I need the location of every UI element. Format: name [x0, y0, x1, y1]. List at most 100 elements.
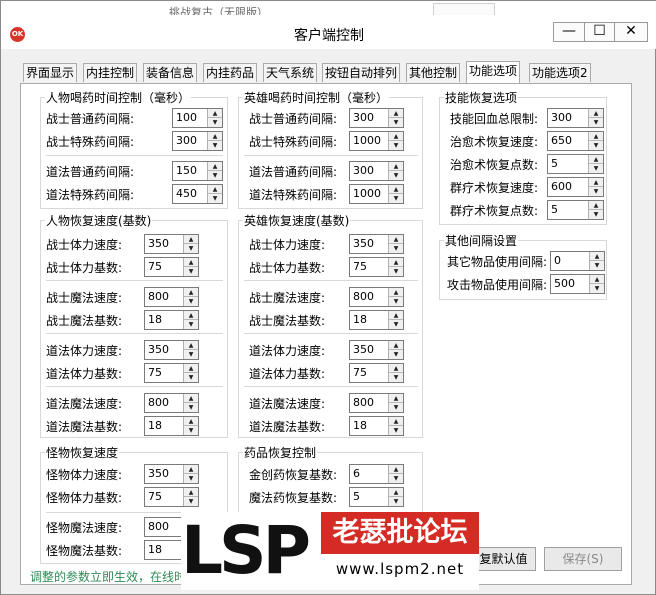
spin-down-icon[interactable]: ▼	[208, 118, 222, 127]
spin-buttons[interactable]: ▲▼	[388, 465, 403, 483]
spin-buttons[interactable]: ▲▼	[183, 235, 198, 253]
spin-buttons[interactable]: ▲▼	[388, 288, 403, 306]
spin-group-heal-points[interactable]: 5 ▲ ▼	[547, 200, 604, 220]
spin-down-icon[interactable]: ▼	[589, 210, 603, 219]
spin-buttons[interactable]: ▲▼	[183, 465, 198, 483]
spin-up-icon[interactable]: ▲	[184, 488, 198, 497]
spin-buttons[interactable]: ▲▼	[183, 258, 198, 276]
spin-taoist-special-potion[interactable]: 450 ▲ ▼	[172, 184, 223, 204]
tab-plugin-potions[interactable]: 内挂药品	[203, 63, 258, 82]
tab-function-options[interactable]: 功能选项	[466, 61, 521, 83]
spin-up-icon[interactable]: ▲	[589, 178, 603, 187]
spin-up-icon[interactable]: ▲	[389, 394, 403, 403]
spin-buttons[interactable]: ▲▼	[388, 132, 403, 150]
spin-down-icon[interactable]: ▼	[184, 244, 198, 253]
spin-hero-warrior-normal-potion[interactable]: 300 ▲ ▼	[349, 108, 404, 128]
spin-taoist-normal-potion[interactable]: 150 ▲ ▼	[172, 161, 223, 181]
spin-down-icon[interactable]: ▼	[184, 426, 198, 435]
spin-up-icon[interactable]: ▲	[389, 185, 403, 194]
spin-down-icon[interactable]: ▼	[589, 187, 603, 196]
spin-warrior-hp-base[interactable]: 75 ▲ ▼	[144, 257, 199, 277]
spin-up-icon[interactable]: ▲	[389, 488, 403, 497]
spin-down-icon[interactable]: ▼	[389, 141, 403, 150]
spin-buttons[interactable]: ▲▼	[207, 185, 222, 203]
spin-down-icon[interactable]: ▼	[389, 474, 403, 483]
spin-warrior-special-potion[interactable]: 300 ▲ ▼	[172, 131, 223, 151]
spin-hero-taoist-hp-speed[interactable]: 350 ▲ ▼	[349, 340, 404, 360]
spin-warrior-mp-speed[interactable]: 800 ▲ ▼	[144, 287, 199, 307]
spin-down-icon[interactable]: ▼	[590, 284, 604, 293]
spin-hero-taoist-mp-speed[interactable]: 800 ▲ ▼	[349, 393, 404, 413]
spin-buttons[interactable]: ▲▼	[183, 341, 198, 359]
spin-down-icon[interactable]: ▼	[389, 497, 403, 506]
spin-mana-potion-base[interactable]: 5 ▲ ▼	[349, 487, 404, 507]
spin-down-icon[interactable]: ▼	[208, 171, 222, 180]
spin-down-icon[interactable]: ▼	[389, 426, 403, 435]
spin-up-icon[interactable]: ▲	[184, 417, 198, 426]
spin-buttons[interactable]: ▲▼	[183, 311, 198, 329]
tab-weather-system[interactable]: 天气系统	[263, 63, 318, 82]
spin-down-icon[interactable]: ▼	[184, 267, 198, 276]
spin-buttons[interactable]: ▲▼	[388, 109, 403, 127]
spin-buttons[interactable]: ▲▼	[388, 258, 403, 276]
spin-up-icon[interactable]: ▲	[389, 132, 403, 141]
spin-down-icon[interactable]: ▼	[208, 194, 222, 203]
spin-buttons[interactable]: ▲▼	[588, 155, 603, 173]
spin-buttons[interactable]: ▲▼	[207, 109, 222, 127]
spin-down-icon[interactable]: ▼	[389, 194, 403, 203]
tab-equipment-info[interactable]: 装备信息	[143, 63, 198, 82]
spin-hero-taoist-hp-base[interactable]: 75 ▲ ▼	[349, 363, 404, 383]
spin-buttons[interactable]: ▲▼	[588, 132, 603, 150]
spin-monster-hp-base[interactable]: 75 ▲ ▼	[144, 487, 199, 507]
spin-buttons[interactable]: ▲▼	[183, 364, 198, 382]
spin-heal-points[interactable]: 5 ▲ ▼	[547, 154, 604, 174]
spin-down-icon[interactable]: ▼	[184, 474, 198, 483]
spin-up-icon[interactable]: ▲	[389, 235, 403, 244]
tab-function-options-2[interactable]: 功能选项2	[529, 63, 591, 82]
spin-up-icon[interactable]: ▲	[208, 162, 222, 171]
spin-down-icon[interactable]: ▼	[389, 244, 403, 253]
spin-buttons[interactable]: ▲▼	[388, 394, 403, 412]
spin-buttons[interactable]: ▲▼	[388, 488, 403, 506]
spin-up-icon[interactable]: ▲	[184, 311, 198, 320]
spin-up-icon[interactable]: ▲	[389, 311, 403, 320]
spin-up-icon[interactable]: ▲	[184, 364, 198, 373]
spin-hero-warrior-hp-speed[interactable]: 350 ▲ ▼	[349, 234, 404, 254]
spin-warrior-normal-potion[interactable]: 100 ▲ ▼	[172, 108, 223, 128]
spin-down-icon[interactable]: ▼	[389, 320, 403, 329]
spin-buttons[interactable]: ▲▼	[589, 275, 604, 293]
spin-up-icon[interactable]: ▲	[389, 258, 403, 267]
spin-buttons[interactable]: ▲▼	[183, 417, 198, 435]
spin-buttons[interactable]: ▲▼	[588, 178, 603, 196]
spin-up-icon[interactable]: ▲	[184, 341, 198, 350]
spin-hero-taoist-special-potion[interactable]: 1000 ▲ ▼	[349, 184, 404, 204]
spin-hero-warrior-special-potion[interactable]: 1000 ▲ ▼	[349, 131, 404, 151]
spin-buttons[interactable]: ▲▼	[183, 288, 198, 306]
spin-up-icon[interactable]: ▲	[589, 201, 603, 210]
spin-buttons[interactable]: ▲▼	[388, 235, 403, 253]
spin-skill-heal-limit[interactable]: 300 ▲ ▼	[547, 108, 604, 128]
spin-down-icon[interactable]: ▼	[389, 350, 403, 359]
spin-taoist-mp-speed[interactable]: 800 ▲ ▼	[144, 393, 199, 413]
spin-up-icon[interactable]: ▲	[389, 288, 403, 297]
spin-down-icon[interactable]: ▼	[389, 267, 403, 276]
spin-buttons[interactable]: ▲▼	[589, 252, 604, 270]
spin-buttons[interactable]: ▲▼	[388, 162, 403, 180]
spin-up-icon[interactable]: ▲	[589, 109, 603, 118]
spin-up-icon[interactable]: ▲	[590, 252, 604, 261]
spin-buttons[interactable]: ▲▼	[388, 311, 403, 329]
spin-hero-taoist-normal-potion[interactable]: 300 ▲ ▼	[349, 161, 404, 181]
spin-up-icon[interactable]: ▲	[589, 132, 603, 141]
spin-buttons[interactable]: ▲▼	[388, 341, 403, 359]
tab-button-auto-arrange[interactable]: 按钮自动排列	[322, 63, 401, 82]
spin-up-icon[interactable]: ▲	[208, 132, 222, 141]
spin-down-icon[interactable]: ▼	[389, 373, 403, 382]
spin-buttons[interactable]: ▲▼	[183, 394, 198, 412]
spin-buttons[interactable]: ▲▼	[207, 132, 222, 150]
spin-down-icon[interactable]: ▼	[589, 141, 603, 150]
tab-interface-display[interactable]: 界面显示	[23, 63, 78, 82]
spin-up-icon[interactable]: ▲	[589, 155, 603, 164]
spin-down-icon[interactable]: ▼	[590, 261, 604, 270]
spin-taoist-hp-speed[interactable]: 350 ▲ ▼	[144, 340, 199, 360]
maximize-button[interactable]: ☐	[584, 22, 615, 42]
